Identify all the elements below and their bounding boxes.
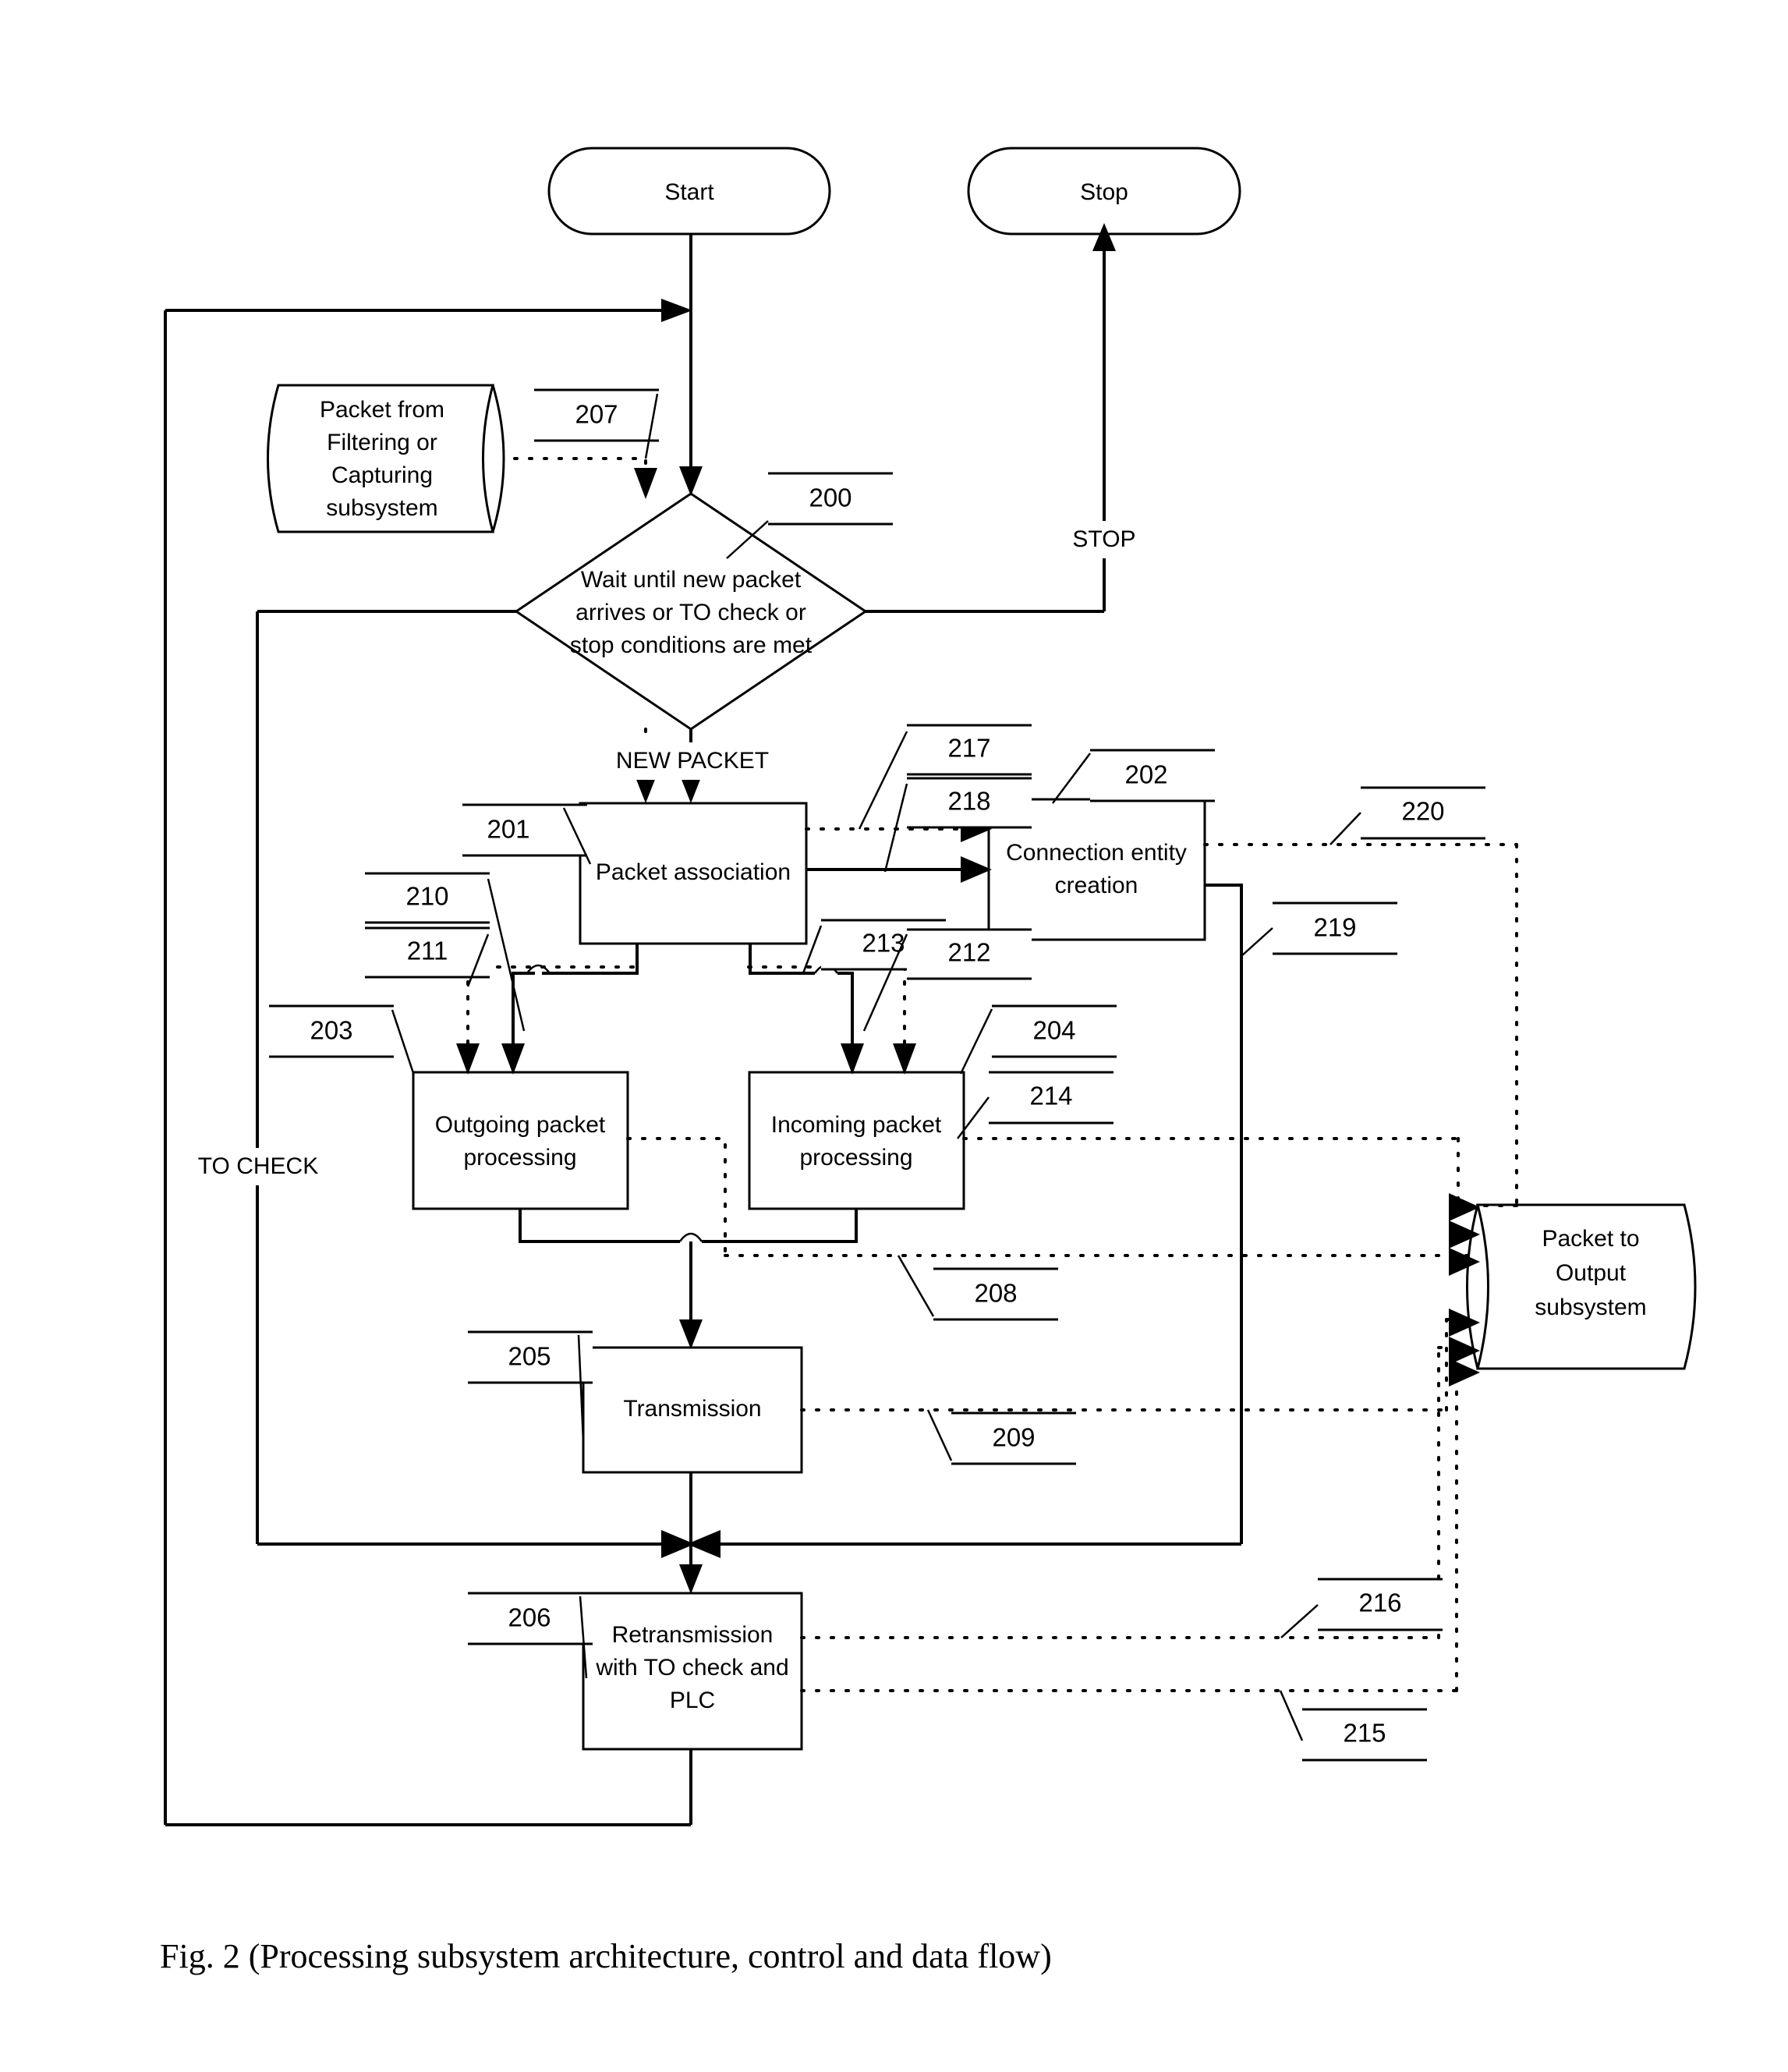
ref-callout-219: 219	[1241, 901, 1397, 957]
ref-210-text: 210	[405, 882, 448, 911]
edge-connection-entity-right-down	[1205, 884, 1243, 1544]
outgoing-processing-line-1: Outgoing packet	[435, 1112, 606, 1138]
arrowhead-to-outgoing-solid	[501, 1043, 525, 1075]
input-datastore-line-4: subsystem	[326, 495, 437, 521]
wait-decision-line-2: arrives or TO check or	[575, 600, 806, 625]
transmission-label: Transmission	[623, 1396, 761, 1422]
ref-callout-211: 211	[365, 926, 490, 987]
wait-decision: Wait until new packet arrives or TO chec…	[514, 492, 868, 731]
ref-callout-201: 201	[462, 803, 592, 865]
arrowhead-outer-return	[661, 299, 692, 322]
figure-caption: Fig. 2 (Processing subsystem architectur…	[160, 1937, 1052, 1975]
arrowhead-association-to-connection	[961, 856, 992, 883]
connection-entity-line-2: creation	[1055, 873, 1138, 898]
patent-figure-page: Start Stop Packet from Filtering or Capt…	[0, 0, 1788, 2072]
ref-207-text: 207	[575, 400, 618, 429]
input-datastore: Packet from Filtering or Capturing subsy…	[267, 384, 505, 533]
outgoing-packet-processing-box: Outgoing packet processing	[412, 1071, 629, 1210]
new-packet-branch-label-text: NEW PACKET	[616, 748, 769, 774]
ref-callout-208: 208	[897, 1255, 1058, 1321]
wait-decision-line-1: Wait until new packet	[581, 567, 802, 593]
flowchart-diagram: Start Stop Packet from Filtering or Capt…	[160, 147, 1697, 1975]
arrowhead-207	[634, 468, 657, 499]
transmission-box: Transmission	[582, 1346, 803, 1474]
ref-callout-206: 206	[468, 1592, 593, 1679]
retransmission-line-1: Retransmission	[612, 1622, 774, 1648]
arrowhead-212-213	[893, 1043, 916, 1075]
incoming-processing-line-2: processing	[799, 1145, 912, 1171]
edge-association-to-outgoing-h	[550, 944, 639, 975]
ref-callout-209: 209	[926, 1409, 1076, 1465]
ref-209-text: 209	[992, 1423, 1035, 1452]
ref-callout-214: 214	[957, 1071, 1114, 1139]
retransmission-line-2: with TO check and	[595, 1655, 788, 1681]
edge-outgoing-to-merge	[519, 1209, 680, 1243]
wait-decision-line-3: stop conditions are met	[570, 632, 813, 658]
start-terminal: Start	[547, 147, 831, 236]
to-check-branch-label: TO CHECK	[189, 1148, 326, 1185]
ref-219-text: 219	[1313, 913, 1356, 942]
outgoing-processing-line-2: processing	[463, 1145, 576, 1171]
stop-terminal-label: Stop	[1080, 179, 1128, 205]
connection-entity-line-1: Connection entity	[1006, 840, 1187, 866]
packet-association-label: Packet association	[596, 859, 791, 885]
ref-callout-220: 220	[1329, 786, 1485, 845]
ref-206-text: 206	[508, 1603, 551, 1632]
ref-202-text: 202	[1124, 760, 1167, 789]
ref-218-text: 218	[947, 787, 990, 816]
input-datastore-line-3: Capturing	[331, 462, 433, 488]
ref-208-text: 208	[974, 1279, 1017, 1308]
ref-callout-216: 216	[1280, 1578, 1443, 1638]
retransmission-box: Retransmission with TO check and PLC	[582, 1592, 803, 1751]
output-datastore-line-2: Output	[1556, 1260, 1627, 1286]
retransmission-line-3: PLC	[670, 1688, 715, 1713]
ref-216-text: 216	[1358, 1589, 1401, 1617]
new-packet-branch-label: NEW PACKET	[599, 742, 786, 780]
arrowhead-start-to-decision	[679, 466, 703, 496]
arrowhead-to-incoming-solid	[841, 1043, 864, 1075]
output-datastore: Packet to Output subsystem	[1466, 1203, 1697, 1370]
ref-217-text: 217	[947, 734, 990, 763]
stop-branch-label: STOP	[1054, 521, 1156, 558]
stop-branch-label-text: STOP	[1072, 526, 1135, 552]
dataflow-outgoing-down	[626, 1137, 727, 1257]
ref-203-text: 203	[310, 1016, 352, 1045]
dataflow-207-input-to-decision	[513, 457, 647, 479]
arrowhead-to-retransmission	[679, 1564, 703, 1594]
ref-215-text: 215	[1343, 1719, 1386, 1748]
ref-205-text: 205	[508, 1342, 551, 1371]
input-datastore-line-2: Filtering or	[327, 430, 437, 455]
incoming-processing-line-1: Incoming packet	[771, 1112, 942, 1138]
ref-callout-203: 203	[269, 1004, 415, 1074]
ref-callout-204: 204	[959, 1004, 1117, 1075]
ref-201-text: 201	[487, 815, 529, 844]
ref-callout-202: 202	[1052, 749, 1215, 804]
output-datastore-line-1: Packet to	[1542, 1226, 1639, 1252]
ref-212-text: 212	[947, 938, 990, 967]
incoming-packet-processing-box: Incoming packet processing	[748, 1071, 965, 1210]
stop-terminal: Stop	[967, 147, 1241, 236]
to-check-branch-label-text: TO CHECK	[198, 1153, 318, 1179]
ref-200-text: 200	[809, 483, 852, 512]
arrowhead-to-transmission	[679, 1319, 703, 1349]
ref-220-text: 220	[1401, 797, 1444, 826]
arrowhead-210-211	[456, 1043, 480, 1075]
ref-204-text: 204	[1032, 1016, 1075, 1045]
ref-211-text: 211	[407, 937, 448, 965]
ref-214-text: 214	[1029, 1082, 1072, 1110]
ref-callout-207: 207	[534, 388, 659, 459]
wire-jump-merge	[678, 1232, 703, 1242]
ref-callout-215: 215	[1279, 1690, 1427, 1762]
input-datastore-line-1: Packet from	[320, 397, 444, 423]
start-terminal-label: Start	[664, 179, 714, 205]
ref-callout-205: 205	[468, 1330, 593, 1442]
packet-association-box: Packet association	[579, 802, 808, 945]
output-datastore-line-3: subsystem	[1535, 1295, 1646, 1320]
